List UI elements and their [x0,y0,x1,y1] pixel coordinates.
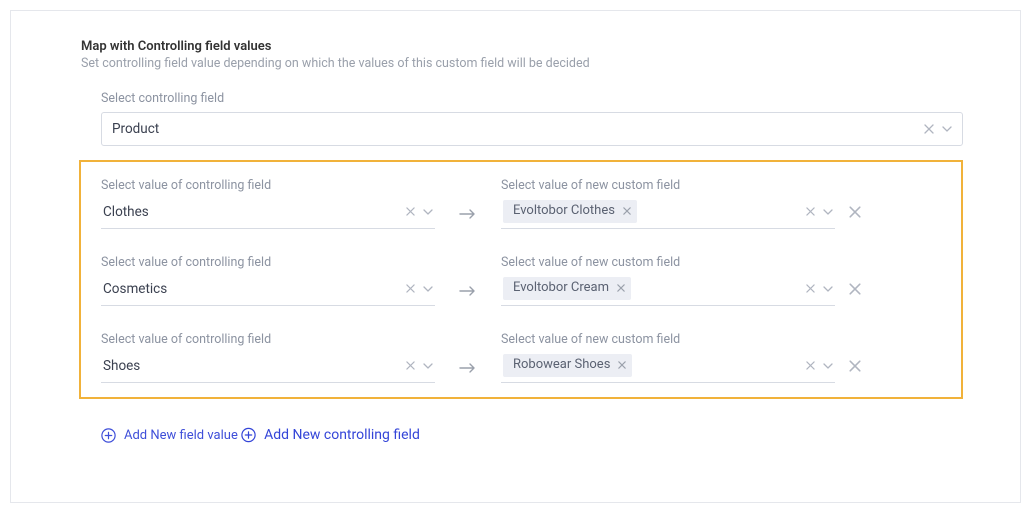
clear-icon[interactable] [406,207,415,216]
plus-circle-icon [241,428,256,443]
controlling-value-select[interactable]: Clothes [101,199,435,229]
chevron-down-icon[interactable] [823,286,833,292]
controlling-field-value: Product [112,121,924,137]
chevron-down-icon[interactable] [942,126,952,132]
section-title: Map with Controlling field values [81,39,960,54]
clear-icon[interactable] [924,124,934,134]
remove-row-icon[interactable] [849,178,861,226]
clear-icon[interactable] [406,284,415,293]
value-chip: Evoltobor Clothes [503,200,637,223]
controlling-value: Cosmetics [103,281,406,297]
clear-icon[interactable] [806,284,815,293]
controlling-value-select[interactable]: Cosmetics [101,276,435,306]
add-controlling-field-button[interactable]: Add New controlling field [241,427,420,443]
chip-label: Robowear Shoes [513,357,610,374]
remove-row-icon[interactable] [849,332,861,380]
controlling-value-label: Select value of controlling field [101,255,435,270]
chevron-down-icon[interactable] [423,363,433,369]
controlling-value-label: Select value of controlling field [101,178,435,193]
plus-circle-icon [101,428,116,443]
clear-icon[interactable] [406,361,415,370]
clear-icon[interactable] [806,207,815,216]
chip-remove-icon[interactable] [618,361,626,369]
arrow-right-icon [435,332,501,380]
custom-value-label: Select value of new custom field [501,255,835,270]
mapping-row: Select value of controlling field Clothes… [101,178,961,229]
controlling-value-select[interactable]: Shoes [101,353,435,383]
controlling-value: Shoes [103,358,406,374]
controlling-value: Clothes [103,204,406,220]
custom-value-select[interactable]: Evoltobor Cream [501,276,835,306]
add-field-value-button[interactable]: Add New field value [101,428,238,443]
chevron-down-icon[interactable] [423,209,433,215]
controlling-field-select[interactable]: Product [101,112,963,146]
add-controlling-field-label: Add New controlling field [264,427,420,443]
chevron-down-icon[interactable] [423,286,433,292]
add-field-value-label: Add New field value [124,428,238,443]
chip-remove-icon[interactable] [617,284,625,292]
chevron-down-icon[interactable] [823,363,833,369]
chip-label: Evoltobor Clothes [513,203,615,220]
value-chip: Robowear Shoes [503,354,632,377]
mapping-row: Select value of controlling field Shoes Se… [101,332,961,383]
arrow-right-icon [435,178,501,226]
mapping-rows-container: Select value of controlling field Clothes… [79,160,963,399]
mapping-row: Select value of controlling field Cosmeti… [101,255,961,306]
section-subtitle: Set controlling field value depending on… [81,56,960,71]
custom-value-select[interactable]: Evoltobor Clothes [501,199,835,229]
value-chip: Evoltobor Cream [503,277,631,300]
chip-remove-icon[interactable] [623,207,631,215]
arrow-right-icon [435,255,501,303]
chevron-down-icon[interactable] [823,209,833,215]
clear-icon[interactable] [806,361,815,370]
controlling-value-label: Select value of controlling field [101,332,435,347]
custom-value-label: Select value of new custom field [501,178,835,193]
custom-value-select[interactable]: Robowear Shoes [501,353,835,383]
chip-label: Evoltobor Cream [513,280,609,297]
controlling-field-label: Select controlling field [101,91,963,106]
remove-row-icon[interactable] [849,255,861,303]
custom-value-label: Select value of new custom field [501,332,835,347]
